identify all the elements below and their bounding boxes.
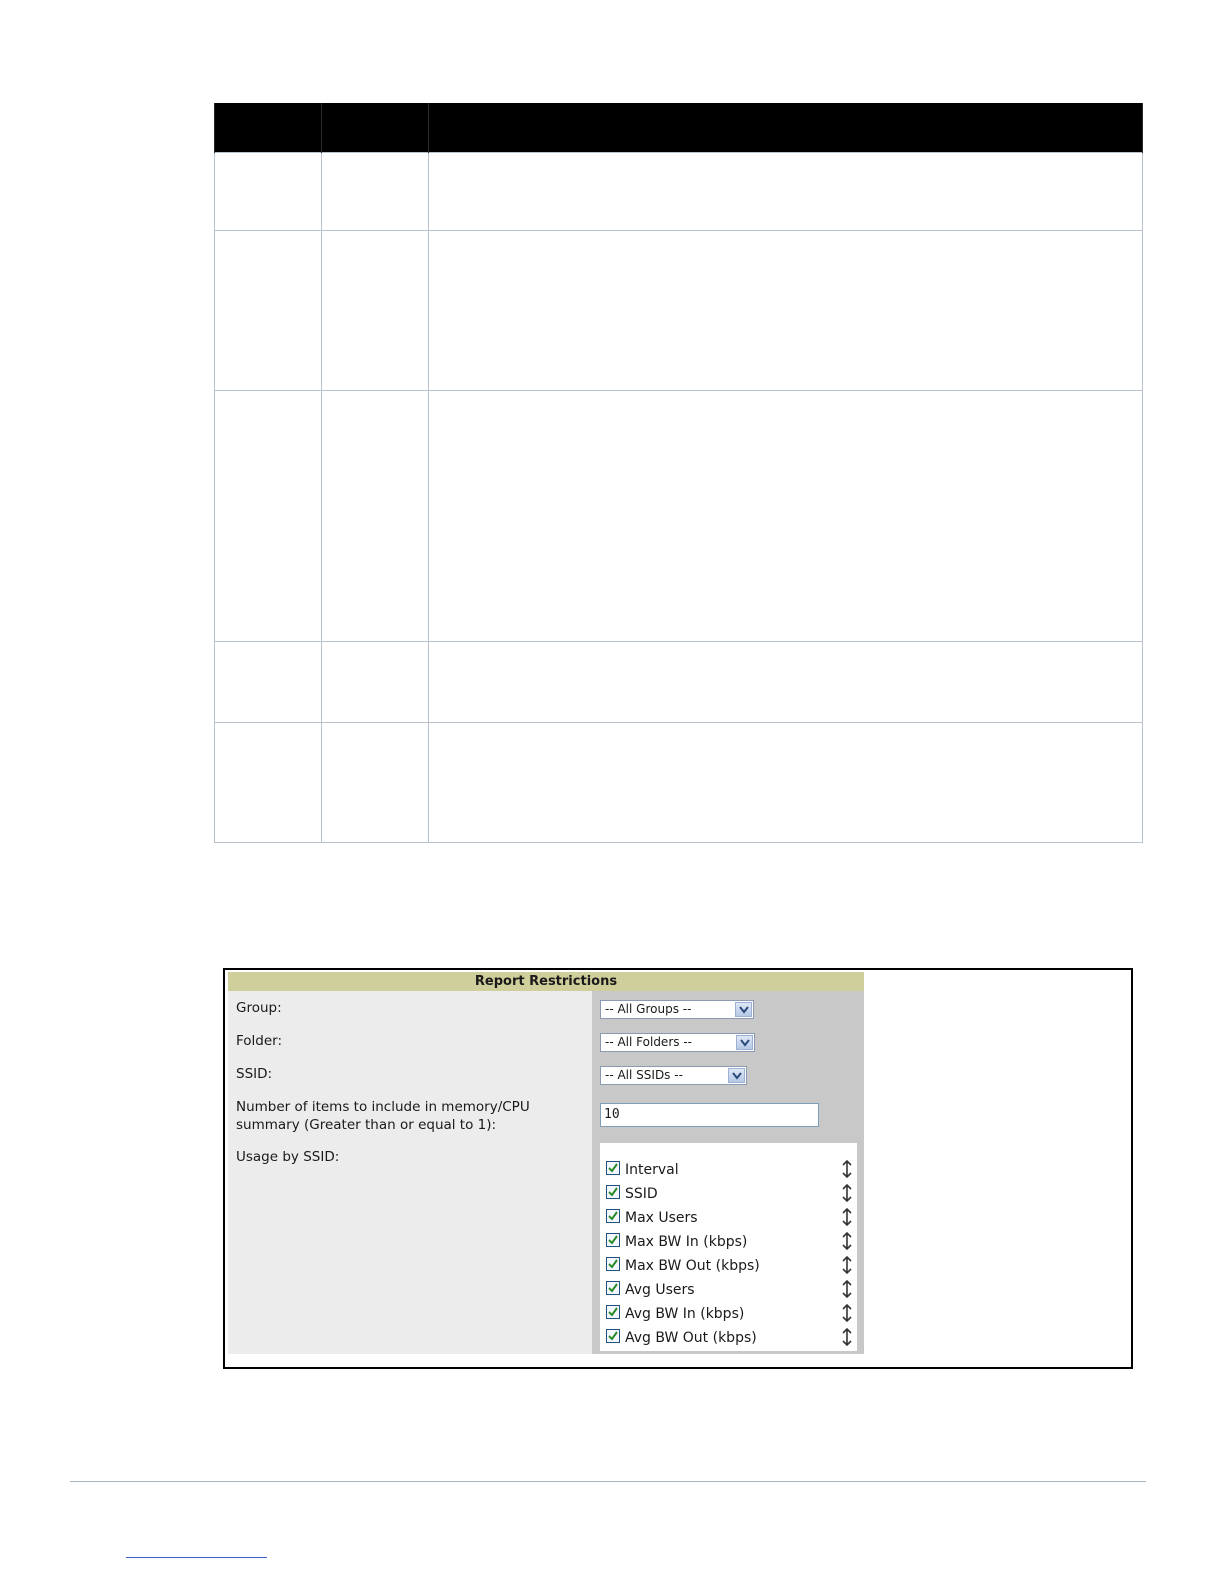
chevron-down-icon[interactable] bbox=[735, 1002, 752, 1017]
table-cell bbox=[321, 722, 429, 843]
column-option[interactable]: Max Users bbox=[606, 1207, 852, 1229]
chevron-down-icon[interactable] bbox=[736, 1035, 753, 1050]
folder-label: Folder: bbox=[236, 1033, 283, 1049]
column-option[interactable]: Avg BW In (kbps) bbox=[606, 1303, 852, 1325]
table-header-row bbox=[214, 103, 1143, 153]
reorder-arrows-icon[interactable] bbox=[842, 1256, 852, 1274]
table-cell bbox=[214, 722, 322, 843]
checkbox[interactable] bbox=[606, 1305, 620, 1319]
checkbox[interactable] bbox=[606, 1209, 620, 1223]
column-option-label: Avg Users bbox=[625, 1282, 695, 1298]
table-header-cell bbox=[321, 103, 429, 153]
column-option-label: Max Users bbox=[625, 1210, 698, 1226]
table-cell bbox=[214, 152, 322, 231]
chevron-down-icon[interactable] bbox=[728, 1068, 745, 1083]
table-row bbox=[214, 152, 1143, 231]
table-cell bbox=[321, 641, 429, 723]
table-row bbox=[214, 641, 1143, 723]
column-option-label: Interval bbox=[625, 1162, 679, 1178]
table-cell bbox=[214, 641, 322, 723]
table-cell bbox=[428, 230, 1143, 391]
column-option[interactable]: SSID bbox=[606, 1183, 852, 1205]
checkbox[interactable] bbox=[606, 1185, 620, 1199]
table-cell bbox=[214, 230, 322, 391]
report-restrictions-panel: Report Restrictions Group: -- All Groups… bbox=[228, 972, 864, 1354]
column-option[interactable]: Avg BW Out (kbps) bbox=[606, 1327, 852, 1349]
table-header-cell bbox=[214, 103, 322, 153]
num-items-label-line2: summary (Greater than or equal to 1): bbox=[236, 1117, 497, 1133]
checkbox[interactable] bbox=[606, 1161, 620, 1175]
table-cell bbox=[321, 230, 429, 391]
group-select-value: -- All Groups -- bbox=[605, 1002, 692, 1016]
reorder-arrows-icon[interactable] bbox=[842, 1160, 852, 1178]
table-cell bbox=[428, 152, 1143, 231]
report-restrictions-screenshot: Report Restrictions Group: -- All Groups… bbox=[223, 968, 1133, 1369]
table-cell bbox=[321, 390, 429, 642]
column-option[interactable]: Max BW Out (kbps) bbox=[606, 1255, 852, 1277]
footer-link-underline[interactable] bbox=[126, 1557, 267, 1558]
table-cell bbox=[321, 152, 429, 231]
checkbox[interactable] bbox=[606, 1281, 620, 1295]
panel-title: Report Restrictions bbox=[228, 972, 864, 991]
group-label: Group: bbox=[236, 1000, 282, 1016]
table-row bbox=[214, 722, 1143, 843]
column-option[interactable]: Interval bbox=[606, 1159, 852, 1181]
ssid-select[interactable]: -- All SSIDs -- bbox=[600, 1066, 747, 1085]
footer-divider bbox=[70, 1481, 1146, 1482]
folder-select-value: -- All Folders -- bbox=[605, 1035, 692, 1049]
num-items-input[interactable]: 10 bbox=[600, 1103, 819, 1127]
checkbox[interactable] bbox=[606, 1329, 620, 1343]
reorder-arrows-icon[interactable] bbox=[842, 1304, 852, 1322]
ssid-select-value: -- All SSIDs -- bbox=[605, 1068, 683, 1082]
table-header-cell bbox=[428, 103, 1143, 153]
column-option-label: Max BW Out (kbps) bbox=[625, 1258, 760, 1274]
reorder-arrows-icon[interactable] bbox=[842, 1232, 852, 1250]
table-cell bbox=[428, 641, 1143, 723]
column-option[interactable]: Max BW In (kbps) bbox=[606, 1231, 852, 1253]
table-row bbox=[214, 390, 1143, 642]
definitions-table bbox=[214, 103, 1143, 843]
group-select[interactable]: -- All Groups -- bbox=[600, 1000, 754, 1019]
reorder-arrows-icon[interactable] bbox=[842, 1328, 852, 1346]
column-option-label: Max BW In (kbps) bbox=[625, 1234, 748, 1250]
folder-select[interactable]: -- All Folders -- bbox=[600, 1033, 755, 1052]
checkbox[interactable] bbox=[606, 1233, 620, 1247]
column-option-label: Avg BW Out (kbps) bbox=[625, 1330, 757, 1346]
usage-by-ssid-label: Usage by SSID: bbox=[236, 1149, 340, 1165]
table-cell bbox=[428, 722, 1143, 843]
table-cell bbox=[428, 390, 1143, 642]
reorder-arrows-icon[interactable] bbox=[842, 1280, 852, 1298]
checkbox[interactable] bbox=[606, 1257, 620, 1271]
table-row bbox=[214, 230, 1143, 391]
num-items-label-line1: Number of items to include in memory/CPU bbox=[236, 1099, 530, 1115]
reorder-arrows-icon[interactable] bbox=[842, 1184, 852, 1202]
ssid-label: SSID: bbox=[236, 1066, 273, 1082]
column-option-label: Avg BW In (kbps) bbox=[625, 1306, 745, 1322]
reorder-arrows-icon[interactable] bbox=[842, 1208, 852, 1226]
table-cell bbox=[214, 390, 322, 642]
column-option[interactable]: Avg Users bbox=[606, 1279, 852, 1301]
usage-by-ssid-column-list: Interval SSID Max Users Max BW In (kbps) bbox=[600, 1143, 857, 1351]
column-option-label: SSID bbox=[625, 1186, 658, 1202]
